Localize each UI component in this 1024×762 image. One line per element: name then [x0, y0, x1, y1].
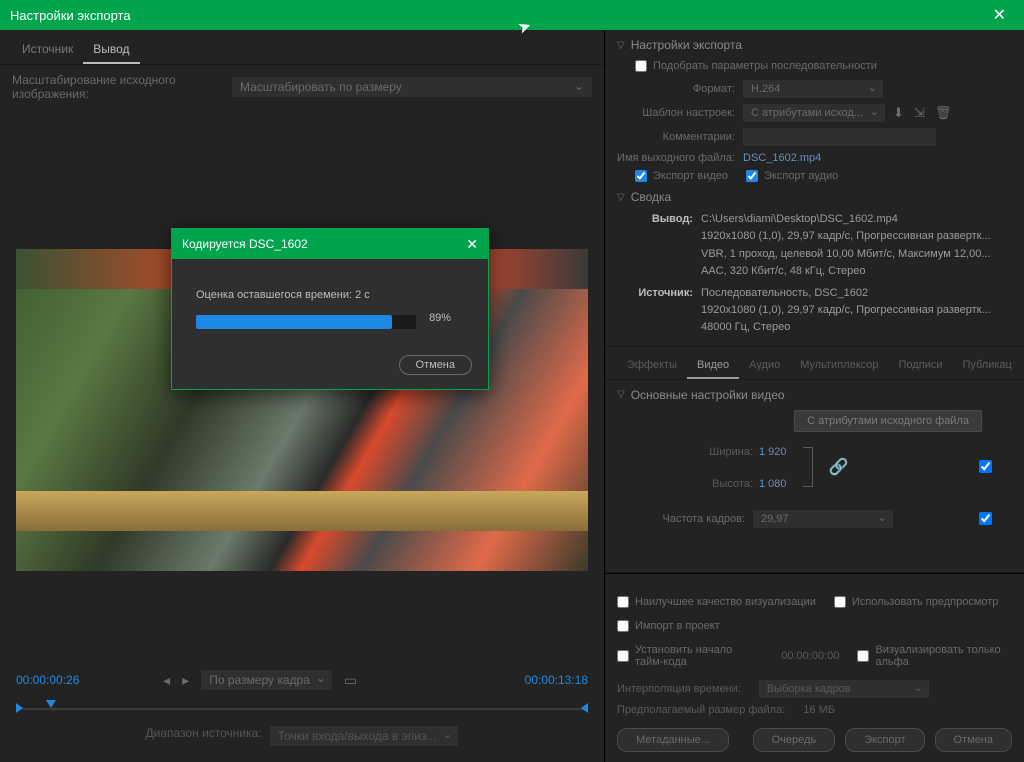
settings-pane: ▽ Настройки экспорта Подобрать параметры …	[604, 30, 1024, 762]
format-label: Формат:	[617, 83, 735, 95]
comments-label: Комментарии:	[617, 131, 735, 143]
cancel-button[interactable]: Отмена	[935, 728, 1012, 752]
timeline-slider[interactable]	[16, 698, 588, 718]
encoding-dialog: Кодируется DSC_1602 ✕ Оценка оставшегося…	[171, 228, 489, 390]
preset-label: Шаблон настроек:	[617, 107, 735, 119]
tab-publish[interactable]: Публикац	[952, 355, 1021, 379]
use-preview-checkbox[interactable]	[834, 596, 846, 608]
best-quality-checkbox[interactable]	[617, 596, 629, 608]
prev-frame-icon[interactable]: ◂	[163, 672, 170, 689]
export-video-checkbox[interactable]	[635, 170, 647, 182]
est-size-label: Предполагаемый размер файла:	[617, 704, 785, 716]
next-frame-icon[interactable]: ▸	[182, 672, 189, 689]
out-point-icon[interactable]	[581, 703, 588, 713]
metadata-button[interactable]: Метаданные...	[617, 728, 729, 752]
video-basics-header: Основные настройки видео	[631, 388, 785, 402]
window-close-icon[interactable]: ✕	[985, 5, 1014, 25]
interpolation-label: Интерполяция времени:	[617, 683, 741, 695]
dialog-close-icon[interactable]: ✕	[466, 236, 478, 253]
export-video-label: Экспорт видео	[653, 170, 728, 182]
fps-match-checkbox[interactable]	[979, 512, 992, 525]
timecode-value: 00:00:00:00	[781, 650, 839, 662]
dimensions-match-checkbox[interactable]	[979, 460, 992, 473]
preview-pane: Источник Вывод Масштабирование исходного…	[0, 30, 604, 762]
width-value[interactable]: 1 920	[759, 446, 787, 458]
export-settings-header: Настройки экспорта	[631, 38, 742, 52]
import-preset-icon[interactable]: ⇲	[914, 105, 925, 121]
fps-dropdown[interactable]: 29,97	[753, 510, 893, 528]
output-filename-link[interactable]: DSC_1602.mp4	[743, 152, 821, 164]
comments-input[interactable]	[743, 128, 936, 146]
export-button[interactable]: Экспорт	[845, 728, 924, 752]
import-project-checkbox[interactable]	[617, 620, 629, 632]
est-size-value: 16 МБ	[803, 704, 835, 716]
tab-captions[interactable]: Подписи	[889, 355, 953, 379]
outname-label: Имя выходного файла:	[617, 152, 735, 164]
progress-bar	[196, 315, 416, 329]
bracket-icon	[803, 447, 813, 487]
fps-label: Частота кадров:	[617, 513, 745, 525]
tab-audio[interactable]: Аудио	[739, 355, 790, 379]
tab-source[interactable]: Источник	[12, 38, 83, 64]
height-label: Высота:	[697, 478, 753, 490]
time-in[interactable]: 00:00:00:26	[16, 673, 79, 687]
export-audio-checkbox[interactable]	[746, 170, 758, 182]
fit-dropdown[interactable]: По размеру кадра	[201, 670, 332, 690]
summary-header: Сводка	[631, 190, 672, 204]
dialog-title: Кодируется DSC_1602	[182, 237, 308, 251]
delete-preset-icon[interactable]: 🗑	[935, 105, 952, 121]
chevron-down-icon[interactable]: ▽	[617, 192, 625, 203]
time-out[interactable]: 00:00:13:18	[525, 673, 588, 687]
time-remaining-label: Оценка оставшегося времени: 2 с	[196, 289, 464, 301]
progress-percent: 89%	[429, 312, 451, 324]
playhead-icon[interactable]	[46, 700, 56, 708]
window-titlebar: Настройки экспорта ✕	[0, 0, 1024, 30]
save-preset-icon[interactable]: ⬇	[893, 105, 904, 121]
tab-multiplexer[interactable]: Мультиплексор	[790, 355, 888, 379]
queue-button[interactable]: Очередь	[753, 728, 836, 752]
link-icon[interactable]: 🔗	[829, 457, 849, 477]
scale-label: Масштабирование исходного изображения:	[12, 73, 224, 101]
tab-video[interactable]: Видео	[687, 355, 739, 379]
dialog-cancel-button[interactable]: Отмена	[399, 355, 472, 375]
height-value[interactable]: 1 080	[759, 478, 787, 490]
interpolation-dropdown[interactable]: Выборка кадров	[759, 680, 929, 698]
tab-output[interactable]: Вывод	[83, 38, 139, 64]
source-range-dropdown[interactable]: Точки входа/выхода в эпиз...	[270, 726, 459, 746]
chevron-down-icon[interactable]: ▽	[617, 389, 625, 400]
settings-tabs: Эффекты Видео Аудио Мультиплексор Подпис…	[605, 347, 1024, 380]
width-label: Ширина:	[697, 446, 753, 458]
chevron-down-icon[interactable]: ▽	[617, 40, 625, 51]
format-dropdown[interactable]: H.264	[743, 80, 883, 98]
preview-tabs: Источник Вывод	[0, 30, 604, 65]
scale-dropdown[interactable]: Масштабировать по размеру	[232, 77, 592, 97]
dialog-titlebar: Кодируется DSC_1602 ✕	[172, 229, 488, 259]
tab-effects[interactable]: Эффекты	[617, 355, 687, 379]
set-timecode-checkbox[interactable]	[617, 650, 629, 662]
alpha-only-checkbox[interactable]	[857, 650, 869, 662]
time-bar: 00:00:00:26 ◂ ▸ По размеру кадра ▭ 00:00…	[0, 662, 604, 698]
source-range-label: Диапазон источника:	[146, 726, 262, 746]
in-point-icon[interactable]	[16, 703, 23, 713]
match-sequence-label: Подобрать параметры последовательности	[653, 60, 877, 72]
match-source-button[interactable]: С атрибутами исходного файла	[794, 410, 982, 432]
preset-dropdown[interactable]: С атрибутами исход...	[743, 104, 885, 122]
aspect-icon[interactable]: ▭	[344, 672, 357, 689]
window-title: Настройки экспорта	[10, 8, 131, 23]
export-audio-label: Экспорт аудио	[764, 170, 838, 182]
match-sequence-checkbox[interactable]	[635, 60, 647, 72]
